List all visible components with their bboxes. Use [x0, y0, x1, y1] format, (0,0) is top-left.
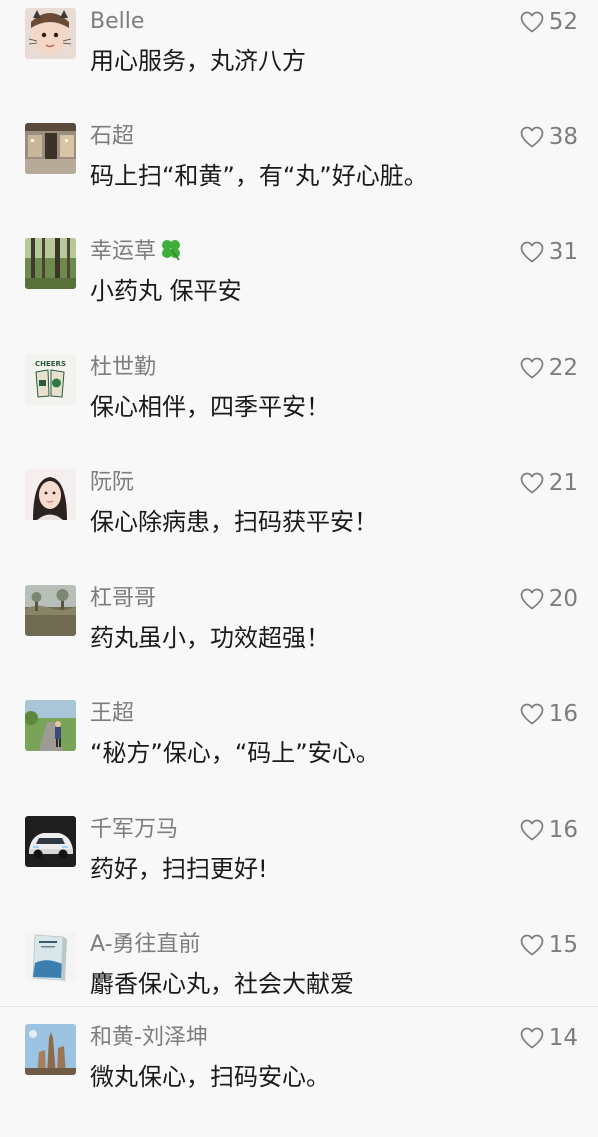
- comment-item: 石超 码上扫“和黄”，有“丸”好心脏。 38: [0, 120, 598, 236]
- comment-text: 药好，扫扫更好!: [90, 855, 268, 883]
- like-button[interactable]: 16: [520, 699, 578, 729]
- commenter-name-text: 幸运草: [90, 239, 157, 264]
- commenter-name[interactable]: A-勇往直前: [90, 930, 201, 960]
- like-count: 38: [548, 124, 578, 150]
- comment-item: 千军万马 药好，扫扫更好! 16: [0, 813, 598, 929]
- four-leaf-clover-icon: [159, 237, 183, 270]
- heart-outline-icon: [520, 472, 544, 494]
- like-button[interactable]: 16: [520, 815, 578, 845]
- commenter-name[interactable]: 阮阮: [90, 468, 134, 498]
- comment-item: Belle 用心服务，丸济八方 52: [0, 5, 598, 121]
- like-button[interactable]: 22: [520, 353, 578, 383]
- comment-text: 麝香保心丸，社会大献爱: [90, 970, 354, 998]
- heart-outline-icon: [520, 11, 544, 33]
- like-count: 15: [548, 932, 578, 958]
- like-button[interactable]: 14: [520, 1023, 578, 1053]
- commenter-name[interactable]: 石超: [90, 122, 134, 152]
- like-button[interactable]: 52: [520, 7, 578, 37]
- heart-outline-icon: [520, 241, 544, 263]
- comment-text: “秘方”保心，“码上”安心。: [90, 739, 380, 767]
- avatar[interactable]: [25, 469, 76, 520]
- commenter-name[interactable]: 王超: [90, 699, 134, 729]
- like-count: 16: [548, 817, 578, 843]
- heart-outline-icon: [520, 703, 544, 725]
- like-button[interactable]: 31: [520, 237, 578, 267]
- avatar[interactable]: [25, 585, 76, 636]
- heart-outline-icon: [520, 819, 544, 841]
- avatar-logo-text: CHEERS: [35, 360, 66, 368]
- heart-outline-icon: [520, 1027, 544, 1049]
- avatar[interactable]: [25, 700, 76, 751]
- comment-text: 小药丸 保平安: [90, 277, 242, 305]
- comment-text: 保心除病患，扫码获平安！: [90, 508, 378, 536]
- avatar[interactable]: [25, 816, 76, 867]
- like-count: 20: [548, 586, 578, 612]
- heart-outline-icon: [520, 588, 544, 610]
- divider: [0, 1006, 598, 1007]
- comment-item: 幸运草 小药丸 保平安 31: [0, 235, 598, 351]
- like-count: 52: [548, 9, 578, 35]
- like-count: 22: [548, 355, 578, 381]
- like-button[interactable]: 20: [520, 584, 578, 614]
- comment-item: 阮阮 保心除病患，扫码获平安！ 21: [0, 466, 598, 582]
- avatar[interactable]: [25, 238, 76, 289]
- commenter-name[interactable]: 杜世勤: [90, 353, 156, 383]
- comment-text: 药丸虽小，功效超强！: [90, 624, 330, 652]
- avatar[interactable]: CHEERS: [25, 354, 76, 405]
- comment-text: 保心相伴，四季平安！: [90, 393, 330, 421]
- comment-item: 王超 “秘方”保心，“码上”安心。 16: [0, 697, 598, 813]
- like-count: 21: [548, 470, 578, 496]
- like-count: 14: [548, 1025, 578, 1051]
- commenter-name[interactable]: 和黄-刘泽坤: [90, 1023, 208, 1053]
- like-count: 31: [548, 239, 578, 265]
- comment-text: 用心服务，丸济八方: [90, 47, 306, 75]
- avatar[interactable]: [25, 8, 76, 59]
- commenter-name[interactable]: 幸运草: [90, 237, 183, 270]
- avatar[interactable]: [25, 123, 76, 174]
- comment-item: CHEERS 杜世勤 保心相伴，四季平安！ 22: [0, 351, 598, 467]
- avatar[interactable]: [25, 1024, 76, 1075]
- like-button[interactable]: 15: [520, 930, 578, 960]
- comment-text: 微丸保心，扫码安心。: [90, 1063, 330, 1091]
- like-count: 16: [548, 701, 578, 727]
- avatar[interactable]: [25, 931, 76, 982]
- comment-item: 杠哥哥 药丸虽小，功效超强！ 20: [0, 582, 598, 698]
- like-button[interactable]: 38: [520, 122, 578, 152]
- heart-outline-icon: [520, 934, 544, 956]
- heart-outline-icon: [520, 357, 544, 379]
- commenter-name[interactable]: 千军万马: [90, 815, 178, 845]
- heart-outline-icon: [520, 126, 544, 148]
- commenter-name[interactable]: Belle: [90, 7, 144, 37]
- comment-text: 码上扫“和黄”，有“丸”好心脏。: [90, 162, 428, 190]
- comment-item: 和黄-刘泽坤 微丸保心，扫码安心。 14: [0, 1021, 598, 1137]
- like-button[interactable]: 21: [520, 468, 578, 498]
- commenter-name[interactable]: 杠哥哥: [90, 584, 156, 614]
